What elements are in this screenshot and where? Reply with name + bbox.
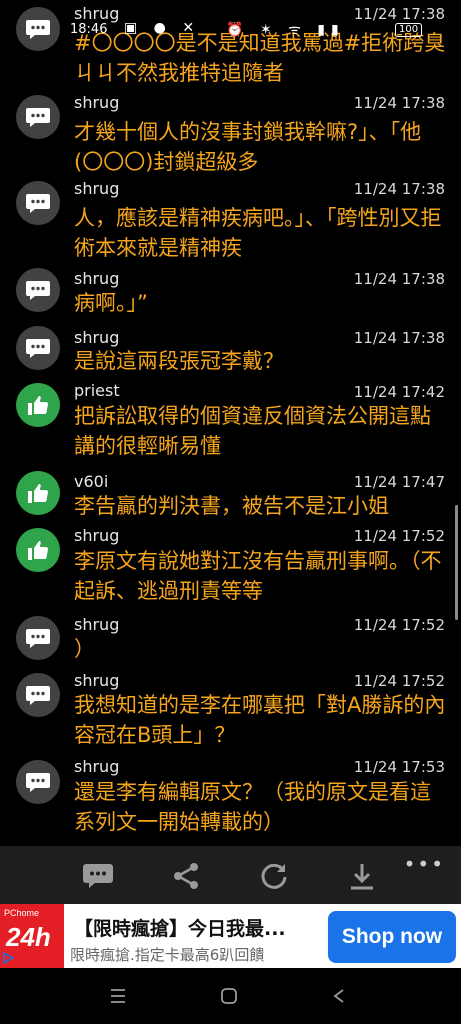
comment-text: 人，應該是精神疾病吧。」、「跨性別又拒術本來就是精神疾: [74, 206, 442, 260]
comment-user[interactable]: shrug: [74, 269, 119, 288]
thumbs-up-icon: [16, 528, 60, 572]
comment-user[interactable]: shrug: [74, 4, 119, 23]
scrollbar[interactable]: [455, 505, 458, 620]
home-icon[interactable]: [217, 984, 241, 1008]
comment-user[interactable]: shrug: [74, 328, 119, 347]
share-icon[interactable]: [170, 860, 202, 892]
ad-logo-main: 24h: [6, 922, 51, 952]
speech-bubble-icon: [16, 673, 60, 717]
comment-user[interactable]: shrug: [74, 93, 119, 112]
recent-apps-icon[interactable]: [106, 984, 130, 1008]
comment-user[interactable]: shrug: [74, 526, 119, 545]
speech-bubble-icon: [16, 616, 60, 660]
ad-subtitle: 限時瘋搶.指定卡最高6趴回饋: [70, 946, 265, 964]
ad-banner[interactable]: PChome 24h 【限時瘋搶】今日我最... 限時瘋搶.指定卡最高6趴回饋 …: [0, 904, 461, 968]
comment-time: 11/24 17:38: [353, 5, 445, 23]
shop-now-button[interactable]: Shop now: [328, 911, 456, 963]
comment-time: 11/24 17:53: [353, 758, 445, 776]
comment-time: 11/24 17:52: [353, 616, 445, 634]
comment-user[interactable]: priest: [74, 381, 120, 400]
comment-time: 11/24 17:38: [353, 180, 445, 198]
comment-text: 我想知道的是李在哪裏把「對A勝訴的內容冠在B頭上」？: [74, 693, 446, 747]
speech-bubble-icon: [16, 268, 60, 312]
ad-title: 【限時瘋搶】今日我最...: [74, 918, 286, 940]
speech-bubble-icon: [16, 95, 60, 139]
comment-text: #〇〇〇〇是不是知道我罵過#拒術跨臭ㄐㄐ不然我推特追隨者: [74, 31, 446, 85]
comment-time: 11/24 17:42: [353, 383, 445, 401]
speech-bubble-icon: [16, 326, 60, 370]
comment-text: 李原文有說她對江沒有告贏刑事啊。（不起訴、逃過刑責等等: [74, 549, 442, 603]
back-icon[interactable]: [327, 984, 351, 1008]
comment-list[interactable]: shrug 11/24 17:38 #〇〇〇〇是不是知道我罵過#拒術跨臭ㄐㄐ不然…: [0, 0, 461, 846]
comment-text: 李告贏的判決書，被告不是江小姐: [74, 494, 389, 518]
comment-text: ）: [74, 637, 95, 661]
action-bar: •••: [0, 846, 461, 904]
comment-user[interactable]: shrug: [74, 615, 119, 634]
comment-time: 11/24 17:38: [353, 94, 445, 112]
comment-time: 11/24 17:38: [353, 270, 445, 288]
comment-user[interactable]: shrug: [74, 671, 119, 690]
speech-bubble-icon: [16, 760, 60, 804]
comment-text: 才幾十個人的沒事封鎖我幹嘛?」、「他(〇〇〇)封鎖超級多: [74, 120, 422, 174]
more-options-icon[interactable]: •••: [404, 852, 445, 876]
thumbs-up-icon: [16, 383, 60, 427]
comment-icon[interactable]: [82, 860, 114, 892]
comment-text: 是說這兩段張冠李戴？: [74, 349, 284, 373]
comment-time: 11/24 17:47: [353, 473, 445, 491]
thumbs-up-icon: [16, 471, 60, 515]
speech-bubble-icon: [16, 181, 60, 225]
comment-time: 11/24 17:52: [353, 672, 445, 690]
download-icon[interactable]: [346, 860, 378, 892]
comment-user[interactable]: shrug: [74, 757, 119, 776]
comment-text: 把訴訟取得的個資違反個資法公開這點講的很輕晰易懂: [74, 404, 431, 458]
comment-text: 病啊。」”: [74, 291, 148, 315]
navigation-bar: [0, 968, 461, 1024]
comment-time: 11/24 17:52: [353, 527, 445, 545]
refresh-icon[interactable]: [258, 860, 290, 892]
comment-user[interactable]: shrug: [74, 179, 119, 198]
comment-text: 還是李有編輯原文？（我的原文是看這系列文一開始轉載的）: [74, 780, 431, 834]
comment-time: 11/24 17:38: [353, 329, 445, 347]
comment-user[interactable]: v60i: [74, 472, 108, 491]
speech-bubble-icon: [16, 7, 60, 51]
ad-logo-top: PChome: [4, 908, 40, 918]
ad-choices-icon[interactable]: [2, 952, 14, 964]
